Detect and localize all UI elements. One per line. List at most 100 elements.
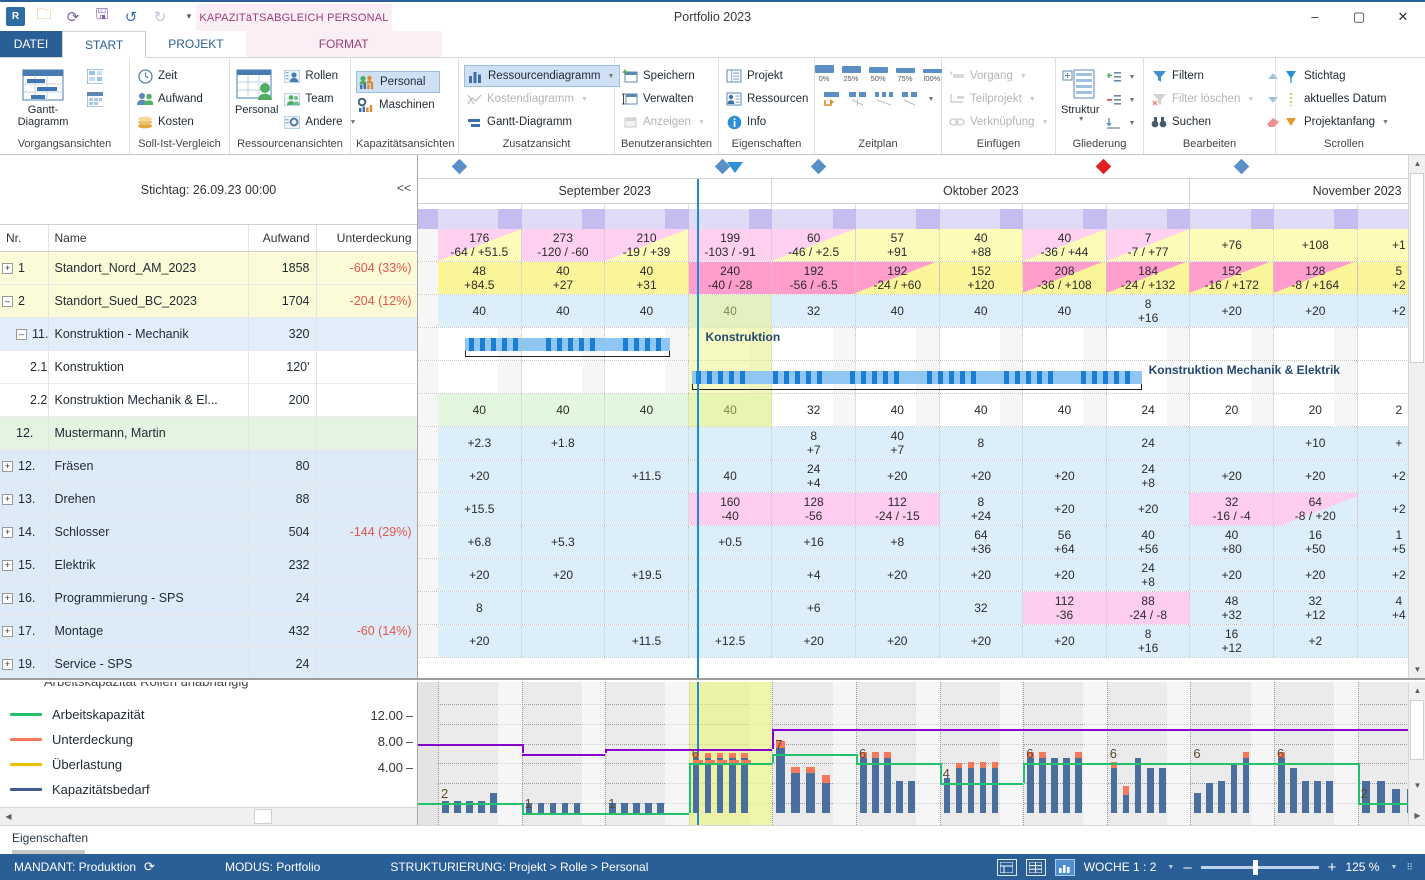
cell-name[interactable]: Programmierung - SPS: [48, 581, 249, 615]
horizontal-scroll-thumb[interactable]: [254, 809, 272, 824]
capacity-cell-area[interactable]: 176 -64 / +51.5 273 -120 / -60 210 -19 / +39 1…: [418, 209, 1425, 678]
vertical-scroll-thumb[interactable]: [1410, 173, 1424, 363]
capacity-cell[interactable]: +19.5: [605, 559, 689, 591]
chart-bar[interactable]: [716, 758, 724, 813]
capacity-cell[interactable]: +11.5: [605, 460, 689, 492]
chart-bar[interactable]: [1122, 795, 1130, 813]
capacity-cell[interactable]: +20: [1106, 493, 1191, 525]
capacity-cell[interactable]: 152 +120: [939, 262, 1024, 294]
cell-unterdeckung[interactable]: [316, 383, 417, 417]
chart-scroll-right-icon[interactable]: ▶: [1409, 807, 1425, 824]
zeit-button[interactable]: Zeit: [135, 65, 208, 87]
capacity-cell[interactable]: 40: [1023, 394, 1107, 426]
schedule-merge-icon[interactable]: [900, 91, 920, 107]
capacity-cell[interactable]: [521, 493, 606, 525]
row-expand-toggle[interactable]: +: [2, 559, 13, 571]
capacity-cell[interactable]: 8 +7: [772, 427, 856, 459]
capacity-cell[interactable]: +11.5: [605, 625, 689, 657]
capacity-cell[interactable]: 24 +4: [772, 460, 856, 492]
chart-bar[interactable]: [1376, 781, 1385, 813]
chart-bar[interactable]: [1242, 758, 1250, 813]
capacity-cell[interactable]: +15.5: [438, 493, 522, 525]
cell-aufwand[interactable]: 432: [248, 614, 317, 648]
collapse-button[interactable]: ▼: [1104, 112, 1141, 134]
capacity-cell[interactable]: 176 -64 / +51.5: [438, 229, 522, 261]
chart-bar[interactable]: [1278, 758, 1285, 813]
capacity-cell[interactable]: 184 -24 / +132: [1106, 262, 1191, 294]
capacity-cell[interactable]: 40 +80: [1190, 526, 1274, 558]
progress-percent-buttons[interactable]: 0% 25% 50% 75% l00%: [814, 65, 943, 83]
cell-nr[interactable]: 12.: [0, 416, 49, 450]
capacity-cell[interactable]: 88 -24 / -8: [1106, 592, 1191, 624]
cell-name[interactable]: Konstruktion - Mechanik: [48, 317, 249, 351]
row-expand-toggle[interactable]: +: [2, 526, 13, 538]
chart-scroll-up-icon[interactable]: ▲: [1409, 682, 1425, 699]
capacity-cell[interactable]: 60 -46 / +2.5: [772, 229, 856, 261]
chart-scroll-thumb[interactable]: [1410, 700, 1424, 760]
chart-bar[interactable]: [1206, 783, 1214, 813]
capacity-cell[interactable]: 64 +36: [939, 526, 1024, 558]
team-button[interactable]: Team: [282, 88, 361, 110]
cell-aufwand[interactable]: 1858: [248, 251, 317, 285]
capacity-cell[interactable]: +5.3: [521, 526, 606, 558]
capacity-cell[interactable]: +20: [939, 559, 1024, 591]
capacity-cell[interactable]: 40 +31: [605, 262, 689, 294]
chart-bar[interactable]: [967, 768, 975, 813]
cell-unterdeckung[interactable]: -204 (12%): [316, 284, 417, 318]
capacity-cell[interactable]: [1023, 328, 1107, 360]
chart-bar[interactable]: [1146, 768, 1154, 813]
capacity-cell[interactable]: 40: [856, 295, 940, 327]
scroll-marker-icon[interactable]: [726, 162, 743, 173]
row-expand-toggle[interactable]: +: [2, 493, 13, 505]
projektanfang-button[interactable]: Projektanfang ▼: [1281, 111, 1394, 133]
calendar-view-button[interactable]: [85, 88, 108, 110]
chart-bar[interactable]: [1230, 763, 1238, 813]
capacity-cell[interactable]: +10: [1274, 427, 1358, 459]
capacity-cell[interactable]: +4: [772, 559, 856, 591]
col-name[interactable]: Name: [48, 225, 249, 252]
status-right-tools[interactable]: WOCHE 1 : 2 ▼ – + 125 % ▼ ⠿: [996, 858, 1425, 876]
table-row[interactable]: –2 Standort_Sued_BC_2023 1704 -204 (12%): [0, 284, 417, 318]
speichern-button[interactable]: Speichern: [620, 65, 710, 87]
quick-access-toolbar[interactable]: R 🗀 ⟳ 🖫 ↺ ↻ ▾: [0, 6, 199, 27]
cell-nr[interactable]: –11.: [0, 317, 49, 351]
capacity-cell[interactable]: +20: [1023, 460, 1107, 492]
table-row[interactable]: +16. Programmierung - SPS 24: [0, 581, 417, 615]
cell-aufwand[interactable]: 120': [248, 350, 317, 384]
cell-unterdeckung[interactable]: -604 (33%): [316, 251, 417, 285]
cell-unterdeckung[interactable]: [316, 416, 417, 450]
suchen-button[interactable]: Suchen: [1149, 111, 1259, 133]
chevron-down-icon[interactable]: ▼: [1129, 97, 1136, 104]
chart-bar[interactable]: [633, 803, 640, 813]
chart-bar[interactable]: [692, 758, 700, 813]
capacity-cell[interactable]: 40: [940, 394, 1024, 426]
legend-item-arbeitskapazitaet[interactable]: Arbeitskapazität: [10, 707, 145, 722]
capacity-cell[interactable]: +20: [1023, 493, 1107, 525]
capacity-cell[interactable]: +20: [939, 460, 1024, 492]
capacity-cell[interactable]: +20: [772, 625, 856, 657]
capacity-cell[interactable]: +8: [856, 526, 940, 558]
tab-datei[interactable]: DATEI: [0, 31, 62, 57]
aktuelles-datum-button[interactable]: aktuelles Datum: [1281, 88, 1394, 110]
capacity-cell[interactable]: 40: [605, 295, 689, 327]
capacity-cell[interactable]: [605, 526, 689, 558]
capacity-cell[interactable]: 32: [939, 592, 1024, 624]
capacity-cell[interactable]: 8 +24: [939, 493, 1024, 525]
sync-icon[interactable]: ⟳: [144, 859, 155, 875]
chart-scroll-down-icon[interactable]: ▼: [1409, 777, 1425, 794]
chart-bar[interactable]: [1391, 789, 1400, 813]
struktur-button[interactable]: Struktur ▼: [1061, 63, 1100, 123]
open-icon[interactable]: 🗀: [34, 6, 54, 27]
row-expand-toggle[interactable]: +: [2, 592, 13, 604]
capacity-cell[interactable]: 24 +8: [1106, 460, 1191, 492]
cell-name[interactable]: Drehen: [48, 482, 249, 516]
capacity-cell[interactable]: +20: [856, 460, 940, 492]
ribbon-tabs[interactable]: DATEI START PROJEKT FORMAT: [0, 31, 1425, 58]
capacity-cell[interactable]: 8: [939, 427, 1024, 459]
refresh-icon[interactable]: ⟳: [63, 7, 83, 27]
chart-bar[interactable]: [896, 781, 903, 813]
capacity-cell[interactable]: [688, 427, 773, 459]
filtern-button[interactable]: Filtern: [1149, 65, 1259, 87]
cell-unterdeckung[interactable]: [316, 350, 417, 384]
tab-format[interactable]: FORMAT: [245, 31, 442, 57]
